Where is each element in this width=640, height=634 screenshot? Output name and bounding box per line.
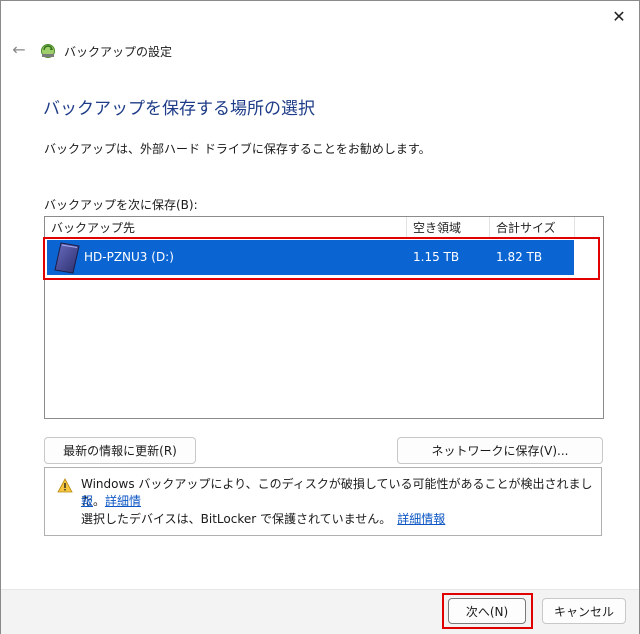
close-icon: ✕ [612,6,626,26]
warning-text-corruption: Windows バックアップにより、このディスクが破損している可能性があることが… [81,477,593,508]
backup-settings-window: ✕ ← バックアップの設定 バックアップを保存する場所の選択 バックアップは、外… [0,0,640,634]
next-button[interactable]: 次へ(N) [448,598,526,624]
warning-text-bitlocker: 選択したデバイスは、BitLocker で保護されていません。 詳細情報 [81,512,446,526]
warning-panel: Windows バックアップにより、このディスクが破損している可能性があることが… [44,467,602,536]
page-description: バックアップは、外部ハード ドライブに保存することをお勧めします。 [44,142,431,156]
details-link-corruption[interactable]: 詳細情 [105,494,141,508]
drive-free-space: 1.15 TB [413,250,460,264]
list-label: バックアップを次に保存(B): [44,198,198,212]
save-on-network-button[interactable]: ネットワークに保存(V)... [397,437,603,464]
page-heading: バックアップを保存する場所の選択 [43,99,315,119]
refresh-button[interactable]: 最新の情報に更新(R) [44,437,196,464]
window-title: バックアップの設定 [64,45,173,59]
column-header-total-size[interactable]: 合計サイズ [490,217,575,239]
backup-destination-list[interactable]: バックアップ先 空き領域 合計サイズ HD-PZNU3 (D:) 1.15 TB [44,216,604,419]
close-button[interactable]: ✕ [599,1,639,31]
column-header-destination[interactable]: バックアップ先 [45,217,407,239]
details-link-corruption-cont[interactable]: 報 [81,494,93,508]
backup-app-icon [41,44,55,58]
back-arrow-icon: ← [12,39,26,59]
warning-text-corruption-cont: 報 [81,493,93,510]
cancel-button[interactable]: キャンセル [542,598,626,624]
column-header-free-space[interactable]: 空き領域 [407,217,490,239]
warning-icon [57,478,73,493]
drive-total-size: 1.82 TB [496,250,543,264]
list-item-selected-drive[interactable]: HD-PZNU3 (D:) 1.15 TB 1.82 TB [47,240,574,275]
drive-name: HD-PZNU3 (D:) [84,250,174,264]
external-drive-icon [54,242,80,274]
details-link-bitlocker[interactable]: 詳細情報 [397,512,445,526]
back-button[interactable]: ← [10,39,28,59]
